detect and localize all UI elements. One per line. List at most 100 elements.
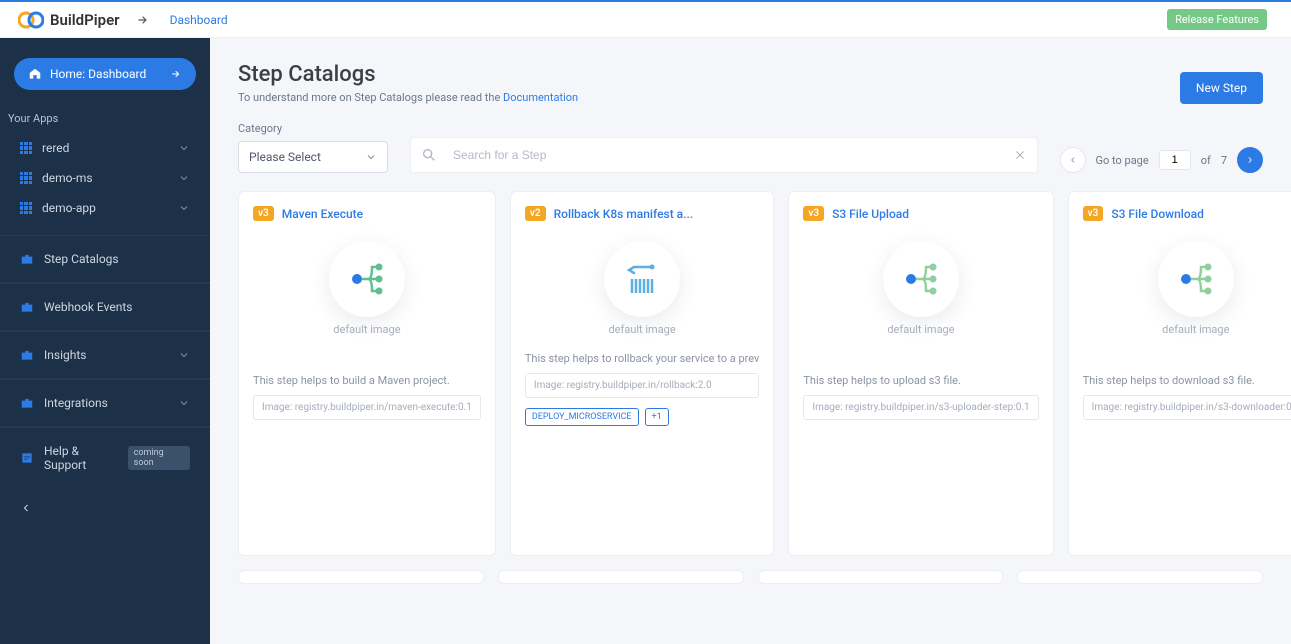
card-icon	[1158, 241, 1234, 317]
card-icon	[883, 241, 959, 317]
briefcase-icon	[20, 396, 34, 410]
note-icon	[20, 451, 34, 465]
sidebar: Home: Dashboard Your Apps rered demo-ms de…	[0, 38, 210, 644]
pagination: Go to page of 7	[1060, 147, 1263, 173]
app-name: rered	[42, 141, 69, 155]
goto-label: Go to page	[1096, 154, 1149, 167]
plus-tag: +1	[645, 408, 669, 426]
chevron-down-icon	[178, 172, 190, 184]
default-image-label: default image	[803, 323, 1038, 336]
card-image-ref: Image: registry.buildpiper.in/maven-exec…	[253, 395, 481, 420]
default-image-label: default image	[525, 323, 760, 336]
new-step-button[interactable]: New Step	[1180, 72, 1263, 104]
page-prev-button[interactable]	[1060, 147, 1086, 173]
grid-icon	[20, 172, 32, 184]
sidebar-app-item[interactable]: demo-ms	[0, 163, 210, 193]
breadcrumb-link[interactable]: Dashboard	[170, 13, 228, 27]
arrow-right-icon	[136, 13, 150, 27]
grid-icon	[20, 142, 32, 154]
documentation-link[interactable]: Documentation	[503, 91, 578, 104]
search-icon	[421, 147, 437, 163]
category-label: Category	[238, 122, 388, 135]
card-title: Maven Execute	[282, 207, 363, 221]
page-number-input[interactable]	[1159, 150, 1191, 170]
sidebar-app-item[interactable]: demo-app	[0, 193, 210, 223]
sidebar-item-help[interactable]: Help & Support coming soon	[0, 427, 210, 488]
default-image-label: default image	[253, 323, 481, 336]
page-subtitle: To understand more on Step Catalogs plea…	[238, 91, 578, 104]
chevron-down-icon	[178, 397, 190, 409]
of-label: of	[1201, 154, 1211, 167]
search-input[interactable]	[453, 148, 1013, 162]
app-name: demo-app	[42, 201, 96, 215]
card-description: This step helps to download s3 file.	[1083, 374, 1291, 387]
card-title: Rollback K8s manifest a...	[554, 207, 694, 221]
top-bar: BuildPiper Dashboard Release Features	[0, 2, 1291, 38]
coming-soon-badge: coming soon	[128, 446, 190, 470]
home-button-label: Home: Dashboard	[50, 67, 146, 81]
deploy-tag: DEPLOY_MICROSERVICE	[525, 408, 639, 426]
sidebar-item-label: Step Catalogs	[44, 252, 119, 266]
sidebar-item-webhook[interactable]: Webhook Events	[0, 283, 210, 331]
card-description: This step helps to rollback your service…	[525, 352, 760, 365]
clear-search-icon[interactable]	[1013, 148, 1027, 162]
card-image-ref: Image: registry.buildpiper.in/rollback:2…	[525, 373, 760, 398]
card-peek	[1017, 570, 1263, 584]
sidebar-item-label: Insights	[44, 348, 86, 362]
brand-name: BuildPiper	[50, 11, 120, 29]
your-apps-label: Your Apps	[0, 104, 210, 133]
step-card[interactable]: v3 S3 File Upload default image This step h…	[788, 191, 1053, 556]
version-badge: v3	[253, 206, 274, 221]
card-description: This step helps to build a Maven project…	[253, 374, 481, 387]
sidebar-item-label: Integrations	[44, 396, 108, 410]
sidebar-item-step-catalogs[interactable]: Step Catalogs	[0, 235, 210, 283]
chevron-down-icon	[365, 151, 377, 163]
page-next-button[interactable]	[1237, 147, 1263, 173]
sidebar-app-item[interactable]: rered	[0, 133, 210, 163]
main-content: Step Catalogs To understand more on Step…	[210, 38, 1291, 644]
card-description: This step helps to upload s3 file.	[803, 374, 1038, 387]
version-badge: v3	[1083, 206, 1104, 221]
briefcase-icon	[20, 300, 34, 314]
logo-icon	[18, 10, 44, 30]
card-image-ref: Image: registry.buildpiper.in/s3-uploade…	[803, 395, 1038, 420]
chevron-down-icon	[178, 349, 190, 361]
step-card[interactable]: v3 Maven Execute default image This step he…	[238, 191, 496, 556]
search-box	[410, 137, 1038, 173]
sidebar-item-label: Help & Support	[44, 444, 122, 472]
card-title: S3 File Download	[1111, 207, 1204, 221]
card-peek	[238, 570, 484, 584]
card-image-ref: Image: registry.buildpiper.in/s3-downloa…	[1083, 395, 1291, 420]
default-image-label: default image	[1083, 323, 1291, 336]
page-title: Step Catalogs	[238, 62, 578, 87]
grid-icon	[20, 202, 32, 214]
chevron-down-icon	[178, 202, 190, 214]
step-card[interactable]: v2 Rollback K8s manifest a... default imag…	[510, 191, 775, 556]
card-icon	[329, 241, 405, 317]
brand-logo[interactable]: BuildPiper	[18, 10, 150, 30]
chevron-left-icon	[20, 502, 32, 514]
briefcase-icon	[20, 348, 34, 362]
app-name: demo-ms	[42, 171, 93, 185]
home-icon	[28, 67, 42, 81]
card-title: S3 File Upload	[832, 207, 909, 221]
briefcase-icon	[20, 252, 34, 266]
release-features-button[interactable]: Release Features	[1167, 9, 1267, 30]
category-value: Please Select	[249, 150, 321, 164]
version-badge: v2	[525, 206, 546, 221]
home-dashboard-button[interactable]: Home: Dashboard	[14, 58, 196, 90]
card-icon	[604, 241, 680, 317]
category-select[interactable]: Please Select	[238, 141, 388, 173]
breadcrumb: Dashboard	[170, 13, 228, 27]
arrow-right-icon	[170, 68, 182, 80]
version-badge: v3	[803, 206, 824, 221]
total-pages: 7	[1221, 154, 1227, 167]
chevron-down-icon	[178, 142, 190, 154]
sidebar-collapse[interactable]	[0, 488, 210, 528]
step-card[interactable]: v3 S3 File Download default image This step…	[1068, 191, 1291, 556]
card-peek	[758, 570, 1004, 584]
sidebar-item-insights[interactable]: Insights	[0, 331, 210, 379]
card-peek	[498, 570, 744, 584]
sidebar-item-integrations[interactable]: Integrations	[0, 379, 210, 427]
sidebar-item-label: Webhook Events	[44, 300, 132, 314]
